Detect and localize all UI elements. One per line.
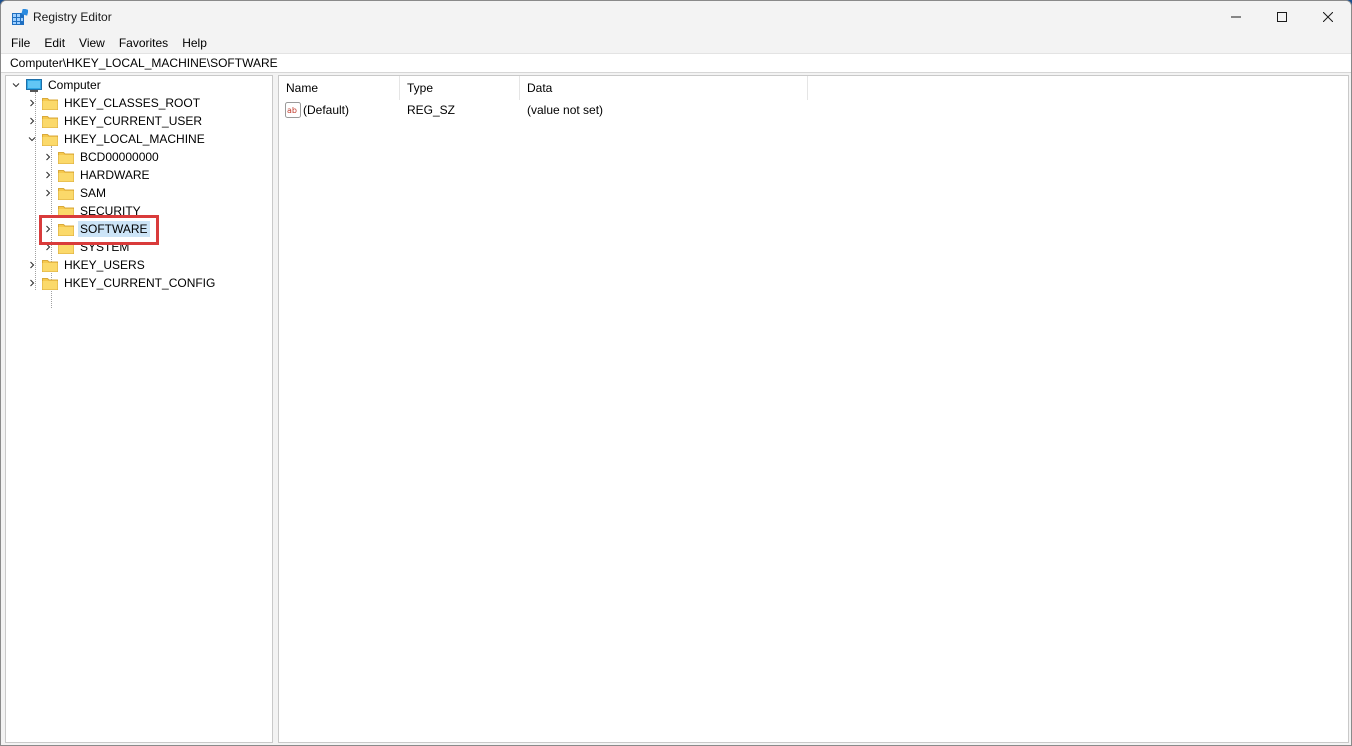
- close-button[interactable]: [1305, 1, 1351, 33]
- value-data: (value not set): [527, 103, 604, 117]
- close-icon: [1323, 12, 1333, 22]
- tree-item-hkey-classes-root[interactable]: HKEY_CLASSES_ROOT: [26, 94, 202, 112]
- tree-item-label: Computer: [48, 78, 101, 92]
- folder-icon: [58, 187, 74, 200]
- folder-icon: [42, 277, 58, 290]
- folder-icon: [42, 97, 58, 110]
- tree-item-label: HKEY_USERS: [64, 258, 145, 272]
- key-tree-pane[interactable]: Computer HKEY_CLASSES_ROOT HKEY_CURRENT_…: [5, 75, 273, 743]
- folder-icon: [42, 259, 58, 272]
- tree-item-label: HKEY_CURRENT_CONFIG: [64, 276, 216, 290]
- tree-item-label: HKEY_CLASSES_ROOT: [64, 96, 201, 110]
- menu-favorites[interactable]: Favorites: [112, 33, 175, 53]
- chevron-right-icon[interactable]: [26, 97, 38, 109]
- column-header-data[interactable]: Data: [520, 76, 808, 100]
- registry-app-icon: [12, 9, 28, 25]
- tree-item-label: BCD00000000: [80, 150, 159, 164]
- address-bar[interactable]: Computer\HKEY_LOCAL_MACHINE\SOFTWARE: [1, 53, 1351, 73]
- chevron-down-icon[interactable]: [10, 79, 22, 91]
- menu-edit[interactable]: Edit: [37, 33, 72, 53]
- registry-editor-window: Registry Editor File Edit View Favorites…: [0, 0, 1352, 746]
- values-list-pane[interactable]: Name Type Data ab (Default) REG_SZ (valu…: [278, 75, 1349, 743]
- tree-item-hkey-local-machine[interactable]: HKEY_LOCAL_MACHINE: [26, 130, 207, 148]
- tree-item-hkey-current-config[interactable]: HKEY_CURRENT_CONFIG: [26, 274, 217, 292]
- tree-item-label: HARDWARE: [80, 168, 150, 182]
- maximize-icon: [1277, 12, 1287, 22]
- tree-item-bcd[interactable]: BCD00000000: [42, 148, 161, 166]
- tree-item-label: SAM: [80, 186, 107, 200]
- chevron-right-icon[interactable]: [42, 169, 54, 181]
- chevron-right-icon[interactable]: [26, 259, 38, 271]
- value-name: (Default): [303, 103, 350, 117]
- svg-text:ab: ab: [287, 106, 297, 115]
- folder-open-icon: [42, 133, 58, 146]
- computer-icon: [26, 78, 42, 92]
- tree-item-sam[interactable]: SAM: [42, 184, 108, 202]
- tree-item-hkey-current-user[interactable]: HKEY_CURRENT_USER: [26, 112, 204, 130]
- annotation-highlight-box: [39, 215, 159, 245]
- chevron-right-icon[interactable]: [26, 277, 38, 289]
- menu-view[interactable]: View: [72, 33, 112, 53]
- minimize-button[interactable]: [1213, 1, 1259, 33]
- tree-item-computer[interactable]: Computer: [10, 76, 103, 94]
- menu-help[interactable]: Help: [175, 33, 214, 53]
- minimize-icon: [1231, 16, 1241, 18]
- column-header-type[interactable]: Type: [400, 76, 520, 100]
- tree-item-hkey-users[interactable]: HKEY_USERS: [26, 256, 147, 274]
- chevron-right-icon[interactable]: [26, 115, 38, 127]
- menu-bar: File Edit View Favorites Help: [1, 33, 1351, 53]
- tree-item-hardware[interactable]: HARDWARE: [42, 166, 152, 184]
- folder-icon: [58, 169, 74, 182]
- chevron-right-icon[interactable]: [42, 187, 54, 199]
- tree-item-label: HKEY_CURRENT_USER: [64, 114, 203, 128]
- menu-file[interactable]: File: [4, 33, 37, 53]
- value-type: REG_SZ: [407, 103, 456, 117]
- folder-icon: [42, 115, 58, 128]
- chevron-right-icon[interactable]: [42, 151, 54, 163]
- string-value-icon: ab: [285, 102, 301, 118]
- column-header-name[interactable]: Name: [279, 76, 400, 100]
- maximize-button[interactable]: [1259, 1, 1305, 33]
- chevron-down-icon[interactable]: [26, 133, 38, 145]
- title-bar[interactable]: Registry Editor: [1, 1, 1351, 33]
- folder-icon: [58, 151, 74, 164]
- window-title: Registry Editor: [33, 10, 112, 24]
- tree-item-label: HKEY_LOCAL_MACHINE: [64, 132, 205, 146]
